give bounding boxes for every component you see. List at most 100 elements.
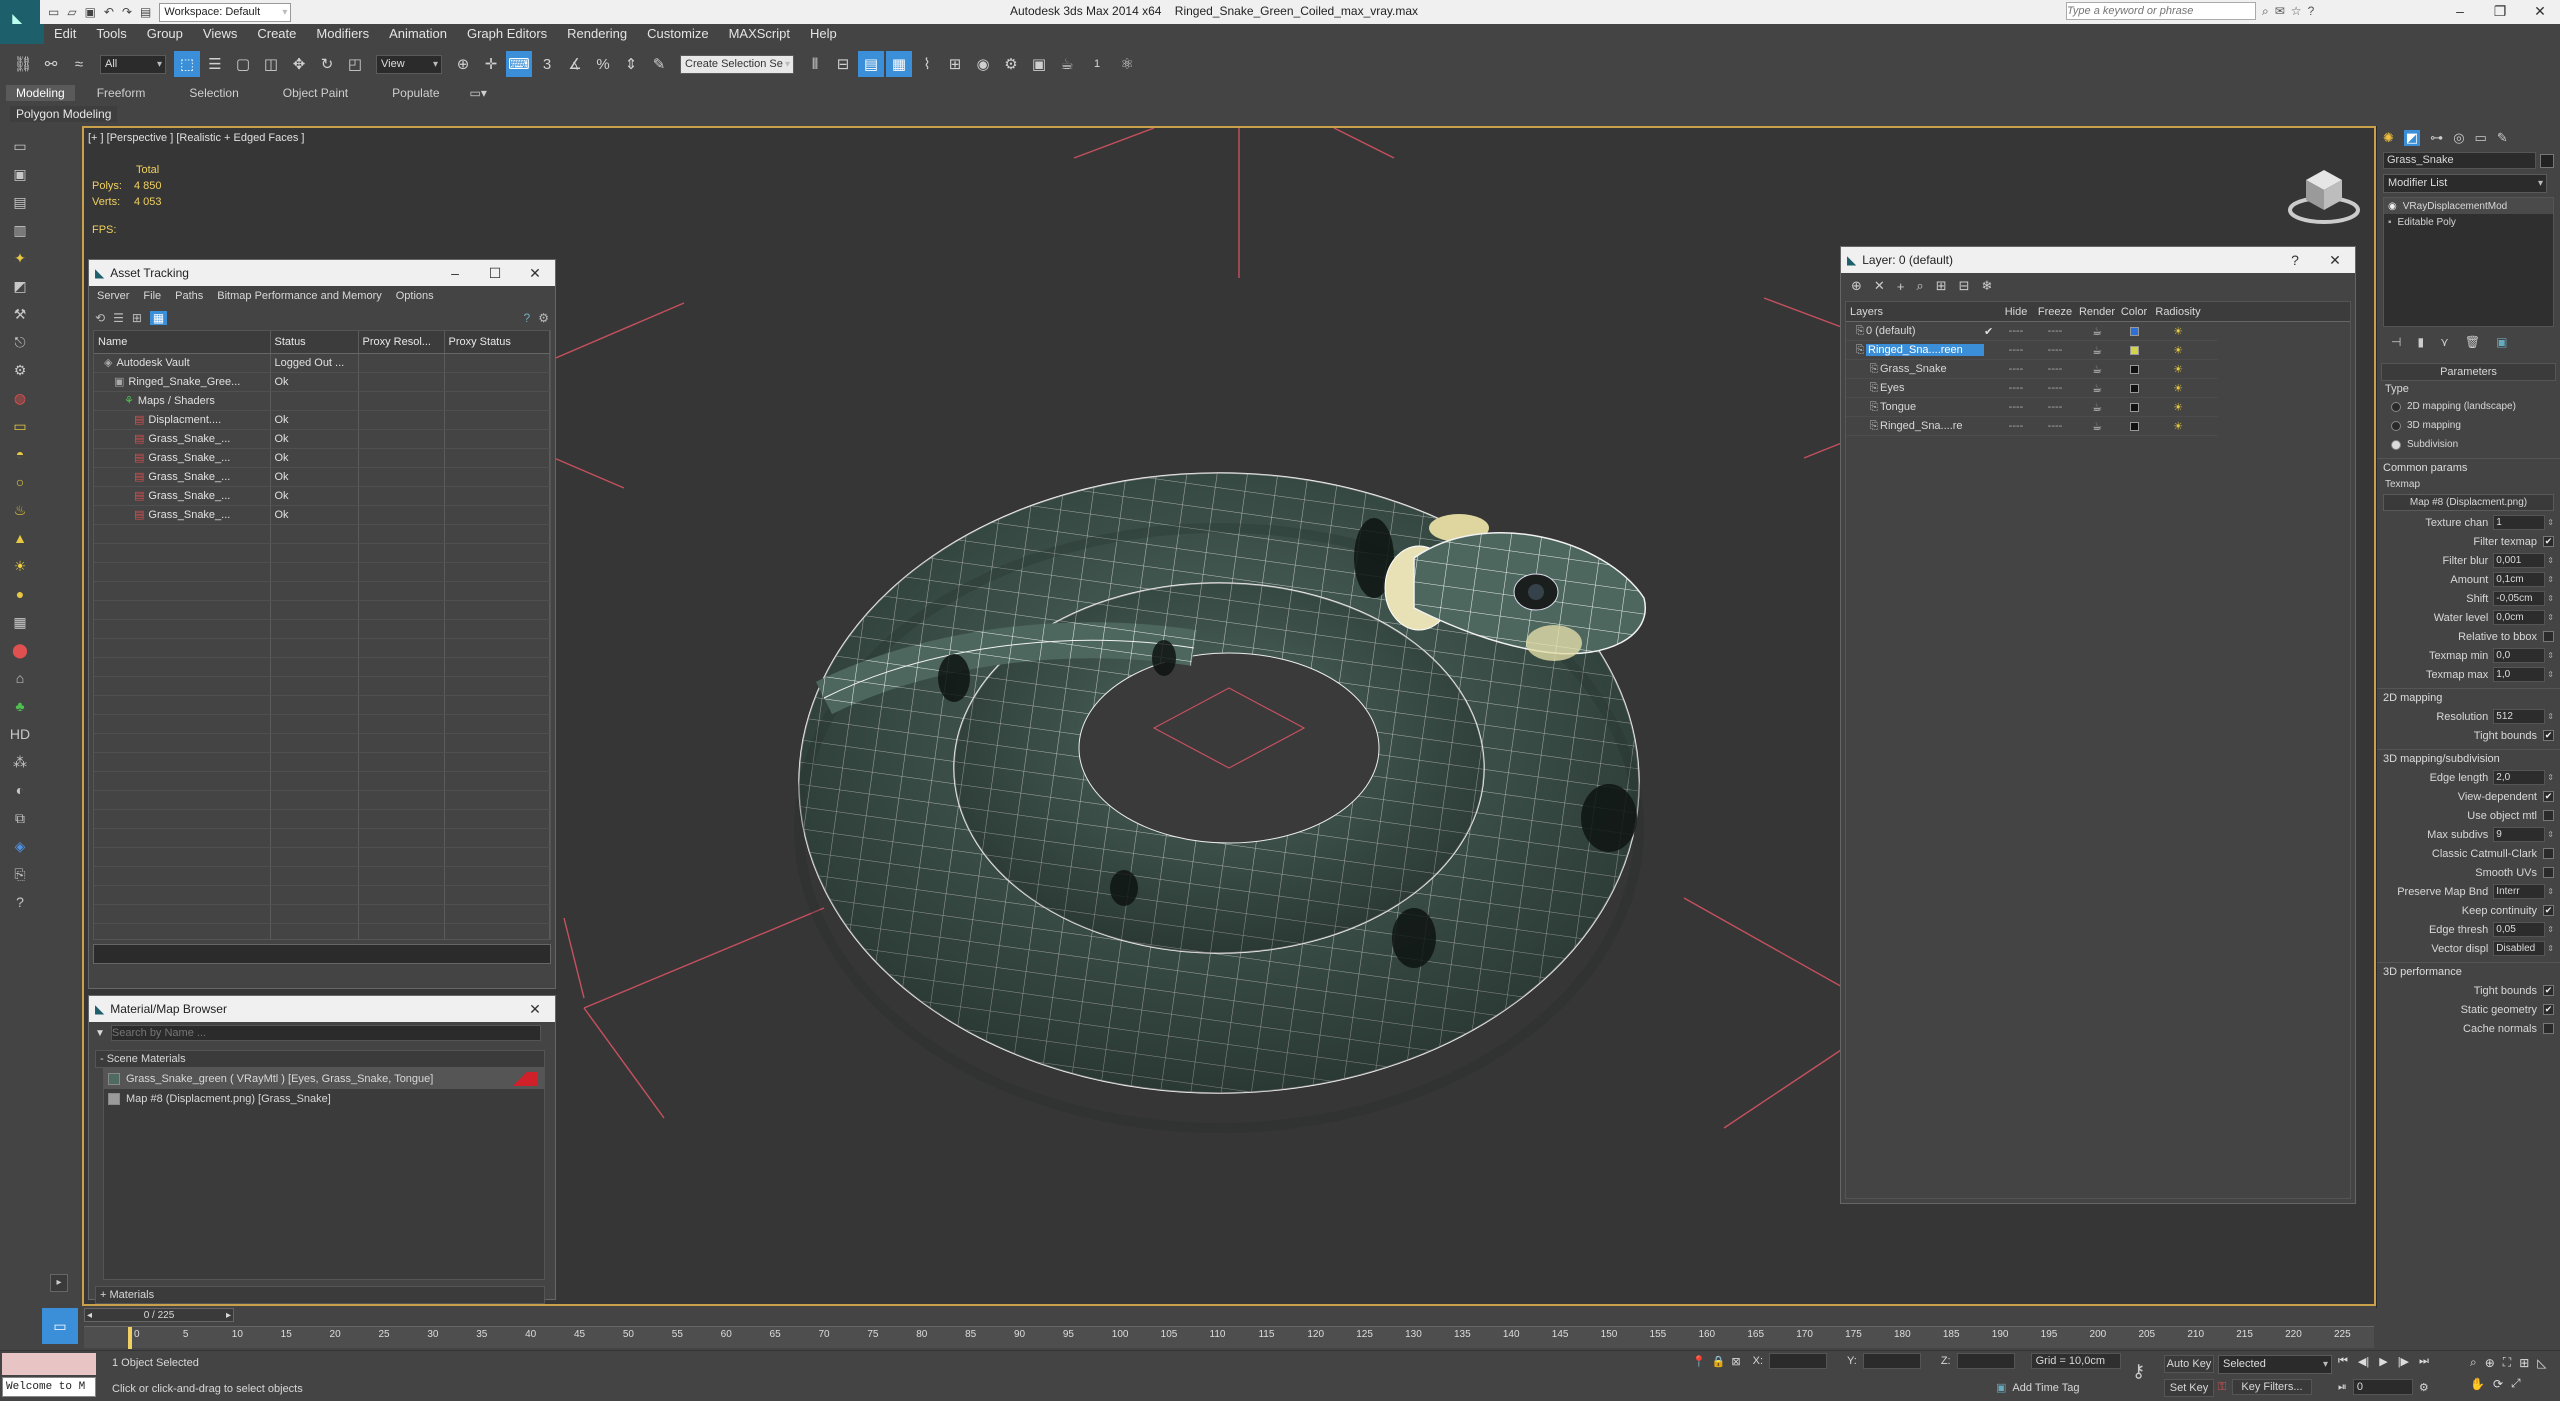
- curve-editor-icon[interactable]: ⌇: [914, 51, 940, 77]
- radiosity-icon[interactable]: ☀: [2150, 344, 2206, 357]
- rendered-frame-window-icon[interactable]: ▣: [1026, 51, 1052, 77]
- time-config-icon[interactable]: ⚙: [2419, 1381, 2429, 1394]
- menu-tools[interactable]: Tools: [86, 24, 136, 44]
- layer-col-radiosity[interactable]: Radiosity: [2150, 306, 2206, 318]
- reference-coordinate-dropdown[interactable]: View: [376, 54, 442, 74]
- project-folder-icon[interactable]: ▤: [140, 5, 151, 19]
- list-view-icon[interactable]: ☰: [113, 311, 124, 325]
- set-key-mode-icon[interactable]: ⚷: [2132, 1361, 2145, 1382]
- ies-icon[interactable]: ♨: [7, 496, 33, 524]
- maximize-viewport-icon[interactable]: ⤢: [2511, 1376, 2521, 1391]
- grid-icon[interactable]: ▦: [7, 608, 33, 636]
- modifier-visibility-icon[interactable]: ◉: [2388, 201, 2397, 212]
- layer-help-icon[interactable]: ?: [2275, 252, 2315, 268]
- menu-views[interactable]: Views: [193, 24, 247, 44]
- asset-path-field[interactable]: [93, 944, 551, 964]
- radio-button[interactable]: [2391, 420, 2401, 431]
- layer-manager-icon[interactable]: ▤: [858, 51, 884, 77]
- menu-graph-editors[interactable]: Graph Editors: [457, 24, 557, 44]
- menu-create[interactable]: Create: [247, 24, 306, 44]
- asset-minimize-icon[interactable]: –: [435, 265, 475, 281]
- material-browser-titlebar[interactable]: ◣ Material/Map Browser ✕: [89, 996, 555, 1022]
- asset-row[interactable]: ⚘ Maps / Shaders: [94, 391, 550, 411]
- layer-hide-toggle[interactable]: ----: [1998, 420, 2034, 432]
- close-icon[interactable]: ✕: [2520, 3, 2560, 20]
- parameters-rollout-header[interactable]: Parameters: [2381, 363, 2556, 381]
- param-spinner[interactable]: 0,1cm: [2493, 572, 2546, 587]
- spinner-arrows-icon[interactable]: ⇕: [2547, 594, 2554, 603]
- scene-materials-group[interactable]: - Scene Materials: [95, 1050, 545, 1068]
- col-proxy-status[interactable]: Proxy Status: [444, 331, 550, 354]
- param-checkbox[interactable]: [2543, 867, 2554, 878]
- material-editor-icon[interactable]: ◉: [970, 51, 996, 77]
- add-time-tag[interactable]: Add Time Tag: [2012, 1382, 2079, 1394]
- selection-filter-dropdown[interactable]: All: [100, 54, 166, 74]
- spinner-arrows-icon[interactable]: ⇕: [2547, 773, 2554, 782]
- texmap-button[interactable]: Map #8 (Displacment.png): [2383, 494, 2554, 511]
- asset-settings-icon[interactable]: ⚙: [538, 311, 549, 325]
- camera-icon[interactable]: ◩: [7, 272, 33, 300]
- col-name[interactable]: Name: [94, 331, 271, 354]
- configure-modifier-sets-icon[interactable]: ▣: [2496, 335, 2507, 349]
- ribbon-tab-freeform[interactable]: Freeform: [75, 85, 168, 101]
- layer-color-swatch[interactable]: [2129, 364, 2139, 374]
- angle-snap-icon[interactable]: ∡: [562, 51, 588, 77]
- material-icon[interactable]: ⬤: [7, 636, 33, 664]
- go-to-end-icon[interactable]: ⏭: [2419, 1355, 2429, 1368]
- scale-icon[interactable]: ◰: [342, 51, 368, 77]
- prev-key-icon[interactable]: ◀|: [2358, 1355, 2369, 1368]
- layer-col-color[interactable]: Color: [2118, 306, 2150, 318]
- bind-space-warp-icon[interactable]: ≈: [66, 51, 92, 77]
- pivot-center-icon[interactable]: ⊕: [450, 51, 476, 77]
- auto-key-button[interactable]: Auto Key: [2164, 1355, 2214, 1373]
- param-spinner[interactable]: 0,0: [2493, 648, 2546, 663]
- asset-row[interactable]: ▤ Grass_Snake_... Ok: [94, 467, 550, 487]
- hide-all-layers-icon[interactable]: ⊟: [1959, 278, 1970, 294]
- param-checkbox[interactable]: [2543, 1023, 2554, 1034]
- menu-modifiers[interactable]: Modifiers: [306, 24, 379, 44]
- layer-hide-toggle[interactable]: ----: [1998, 344, 2034, 356]
- layer-hide-toggle[interactable]: ----: [1998, 363, 2034, 375]
- spinner-arrows-icon[interactable]: ⇕: [2547, 575, 2554, 584]
- proxy-icon[interactable]: ⌂: [7, 664, 33, 692]
- param-spinner[interactable]: 1: [2493, 515, 2546, 530]
- asset-row[interactable]: ▤ Grass_Snake_... Ok: [94, 486, 550, 506]
- layer-row[interactable]: ⎘ Eyes ---- ---- ☕ ☀: [1846, 379, 2218, 398]
- spinner-arrows-icon[interactable]: ⇕: [2547, 670, 2554, 679]
- layer-hide-toggle[interactable]: ----: [1998, 325, 2034, 337]
- col-proxy-resolution[interactable]: Proxy Resol...: [358, 331, 445, 354]
- display-tab-icon[interactable]: ▭: [2475, 130, 2487, 146]
- spinner-arrows-icon[interactable]: ⇕: [2547, 944, 2554, 953]
- script-icon[interactable]: ⎘: [7, 860, 33, 888]
- object-name-field[interactable]: Grass_Snake: [2383, 152, 2536, 169]
- help-icon[interactable]: ?: [2308, 4, 2315, 18]
- layer-freeze-toggle[interactable]: ----: [2034, 363, 2076, 375]
- select-object-icon[interactable]: ⬚: [174, 51, 200, 77]
- play-icon[interactable]: ▶: [2379, 1355, 2387, 1368]
- layer-col-freeze[interactable]: Freeze: [2034, 306, 2076, 318]
- param-spinner[interactable]: 2,0: [2493, 770, 2546, 785]
- remove-modifier-icon[interactable]: 🗑: [2465, 335, 2480, 349]
- menu-customize[interactable]: Customize: [637, 24, 718, 44]
- key-mode-dropdown[interactable]: Selected: [2218, 1355, 2332, 1374]
- dome-icon[interactable]: ◓: [7, 440, 33, 468]
- param-checkbox[interactable]: ✔: [2543, 730, 2554, 741]
- undo-icon[interactable]: ↶: [104, 5, 114, 19]
- mesh-export-icon[interactable]: ◈: [7, 832, 33, 860]
- tree-view-icon[interactable]: ⊞: [132, 311, 142, 325]
- param-checkbox[interactable]: [2543, 810, 2554, 821]
- layer-row[interactable]: ⎘ Grass_Snake ---- ---- ☕ ☀: [1846, 360, 2218, 379]
- highlight-layer-icon[interactable]: ⊞: [1936, 278, 1947, 294]
- fur-icon[interactable]: ♣: [7, 692, 33, 720]
- new-file-icon[interactable]: ▭: [48, 5, 59, 19]
- select-in-layer-icon[interactable]: ⌕: [1916, 278, 1923, 294]
- param-spinner[interactable]: 9: [2493, 827, 2546, 842]
- asset-help-icon[interactable]: ?: [524, 311, 531, 325]
- current-frame-field[interactable]: 0: [2352, 1379, 2413, 1395]
- param-spinner[interactable]: -0,05cm: [2493, 591, 2546, 606]
- next-key-icon[interactable]: |▶: [2398, 1355, 2409, 1368]
- param-checkbox[interactable]: ✔: [2543, 791, 2554, 802]
- layer-col-hide[interactable]: Hide: [1998, 306, 2034, 318]
- pan-icon[interactable]: ✋: [2470, 1377, 2485, 1391]
- param-checkbox[interactable]: [2543, 631, 2554, 642]
